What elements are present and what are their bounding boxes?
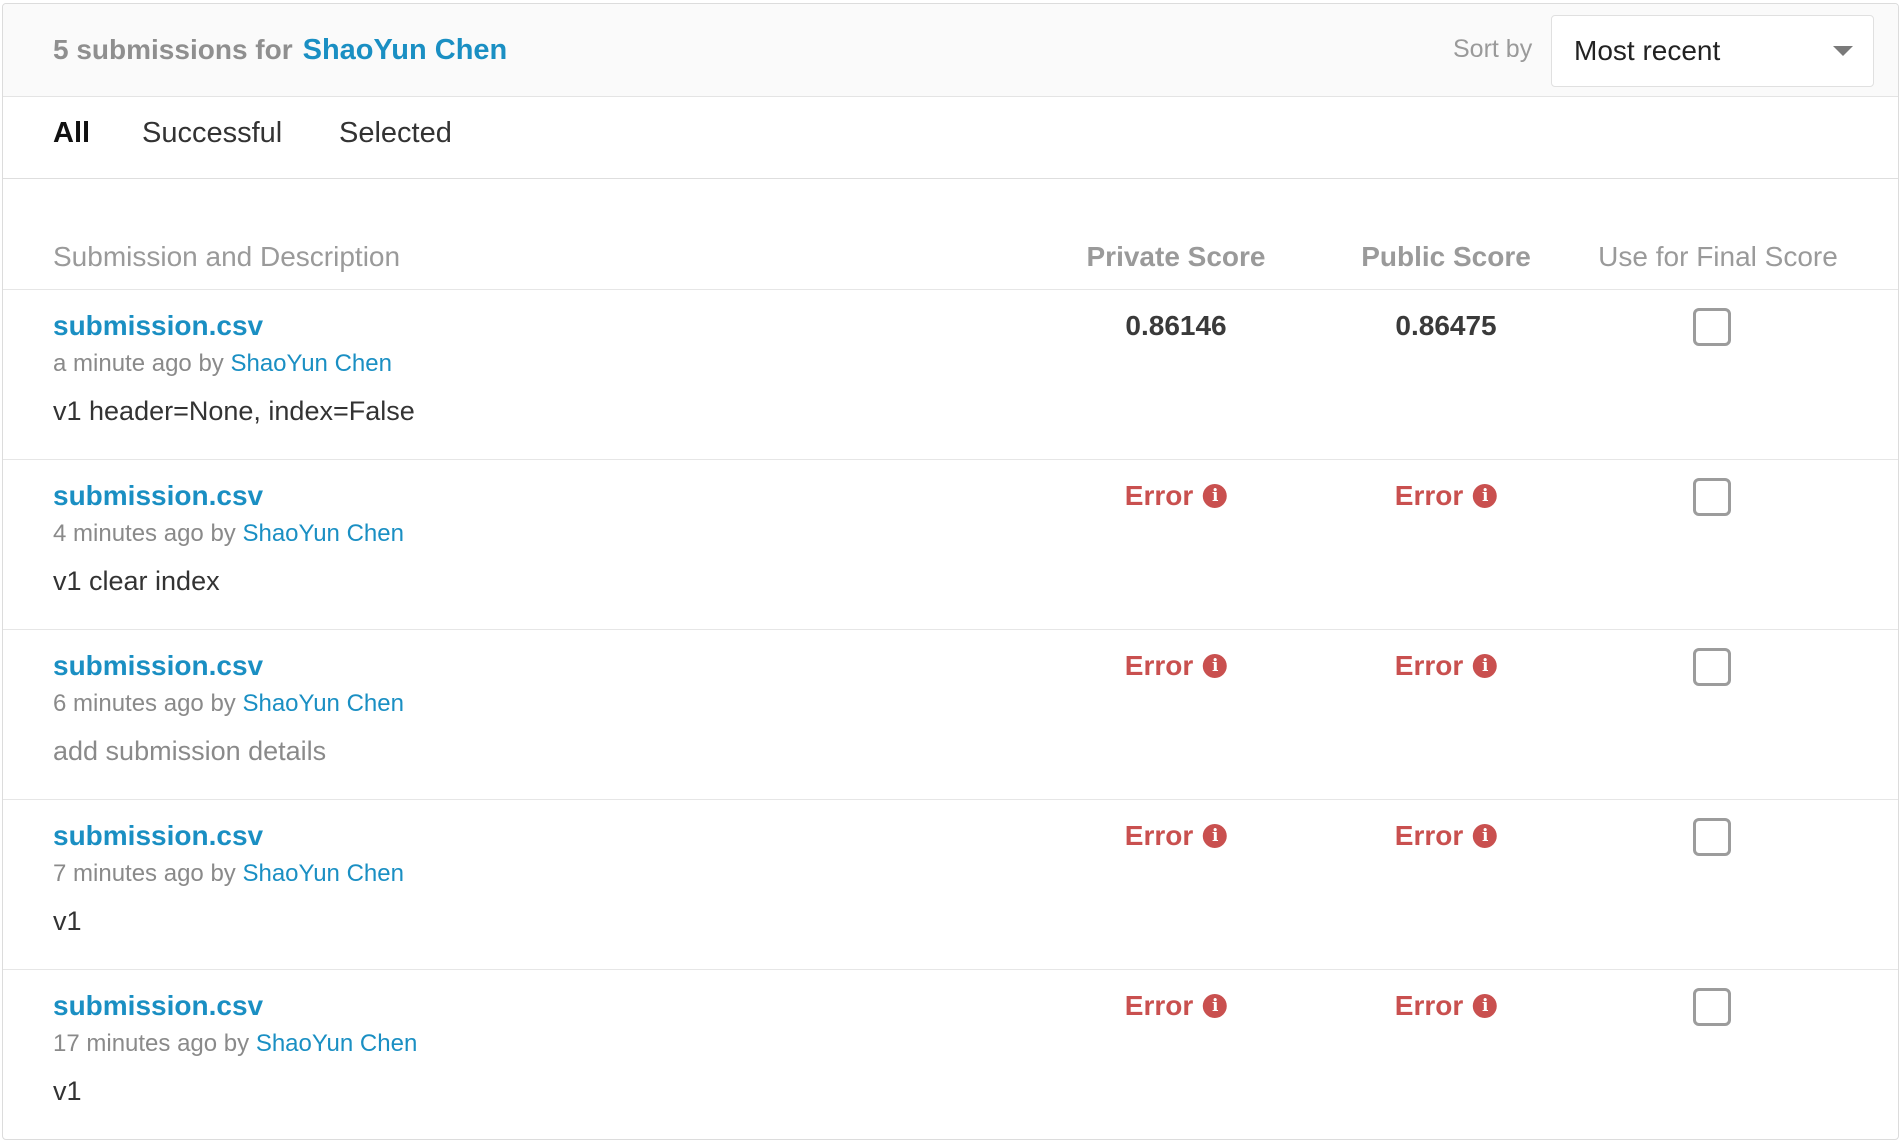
public-score-value: Error [1394, 650, 1464, 681]
public-score-value: Error [1394, 480, 1464, 511]
submission-time: 4 minutes ago [53, 520, 204, 547]
user-link[interactable]: ShaoYun Chen [303, 34, 508, 67]
submission-row: submission.csv 7 minutes ago by ShaoYun … [3, 799, 1898, 969]
private-score: Error i [1124, 480, 1228, 512]
final-score-checkbox[interactable] [1693, 988, 1731, 1026]
submission-description: v1 [53, 906, 82, 936]
private-score-value: 0.86146 [1125, 310, 1227, 341]
info-icon[interactable]: i [1203, 654, 1228, 678]
final-score-checkbox[interactable] [1693, 308, 1731, 346]
public-score-value: Error [1394, 990, 1464, 1021]
public-score-value: 0.86475 [1395, 310, 1497, 341]
sort-dropdown[interactable]: Most recent [1551, 15, 1874, 87]
chevron-down-icon [1833, 46, 1853, 56]
public-score: Error i [1394, 820, 1498, 852]
public-score-value: Error [1394, 820, 1464, 851]
private-score: Error i [1124, 820, 1228, 852]
private-score: Error i [1124, 990, 1228, 1022]
info-icon[interactable]: i [1473, 824, 1498, 848]
final-score-checkbox[interactable] [1693, 818, 1731, 856]
submission-by: by [210, 690, 236, 717]
column-header-public-score: Public Score [1361, 241, 1531, 272]
submission-row: submission.csv 17 minutes ago by ShaoYun… [3, 969, 1898, 1139]
submission-row: submission.csv 6 minutes ago by ShaoYun … [3, 629, 1898, 799]
tab-selected[interactable]: Selected [339, 117, 452, 150]
submission-meta: 6 minutes ago by ShaoYun Chen [53, 690, 404, 718]
submission-meta: 17 minutes ago by ShaoYun Chen [53, 1030, 417, 1058]
tab-successful[interactable]: Successful [142, 117, 282, 150]
submission-author-link[interactable]: ShaoYun Chen [230, 350, 391, 377]
submission-time: 7 minutes ago [53, 860, 204, 887]
submission-by: by [223, 1030, 250, 1057]
private-score-value: Error [1124, 480, 1194, 511]
submissions-header: 5 submissions for ShaoYun Chen Sort by M… [3, 4, 1898, 97]
submission-description: v1 [53, 1076, 82, 1106]
submission-count: 5 submissions for [53, 34, 293, 65]
info-icon[interactable]: i [1203, 484, 1228, 508]
public-score: Error i [1394, 650, 1498, 682]
public-score: Error i [1394, 990, 1498, 1022]
submission-row: submission.csv a minute ago by ShaoYun C… [3, 289, 1898, 459]
info-icon[interactable]: i [1473, 484, 1498, 508]
column-header-final-score: Use for Final Score [1598, 241, 1838, 272]
submission-meta: 7 minutes ago by ShaoYun Chen [53, 860, 404, 888]
final-score-checkbox[interactable] [1693, 478, 1731, 516]
private-score-value: Error [1124, 820, 1194, 851]
sort-label: Sort by [1453, 35, 1533, 63]
private-score: 0.86146 [1125, 310, 1226, 342]
add-description-link[interactable]: add submission details [53, 736, 326, 767]
submission-author-link[interactable]: ShaoYun Chen [242, 860, 403, 887]
info-icon[interactable]: i [1203, 994, 1228, 1018]
private-score: Error i [1124, 650, 1228, 682]
tab-all[interactable]: All [53, 117, 90, 150]
submission-by: by [198, 350, 224, 377]
column-header-private-score: Private Score [1086, 241, 1266, 272]
info-icon[interactable]: i [1203, 824, 1228, 848]
submission-file-link[interactable]: submission.csv [53, 820, 263, 852]
submissions-panel: 5 submissions for ShaoYun Chen Sort by M… [2, 3, 1899, 1140]
submission-by: by [210, 860, 236, 887]
info-icon[interactable]: i [1473, 654, 1498, 678]
submission-description: v1 header=None, index=False [53, 396, 415, 426]
column-header-submission: Submission and Description [53, 241, 401, 272]
sort-value: Most recent [1574, 35, 1721, 66]
public-score: 0.86475 [1395, 310, 1496, 342]
submission-author-link[interactable]: ShaoYun Chen [242, 520, 403, 547]
submission-time: 17 minutes ago [53, 1030, 218, 1057]
submission-author-link[interactable]: ShaoYun Chen [242, 690, 403, 717]
submission-time: a minute ago [53, 350, 192, 377]
submission-file-link[interactable]: submission.csv [53, 310, 263, 342]
filter-tabs: All Successful Selected [3, 97, 1898, 179]
submission-file-link[interactable]: submission.csv [53, 480, 263, 512]
private-score-value: Error [1124, 990, 1194, 1021]
submission-author-link[interactable]: ShaoYun Chen [256, 1030, 417, 1057]
submission-meta: a minute ago by ShaoYun Chen [53, 350, 392, 378]
submission-time: 6 minutes ago [53, 690, 204, 717]
submission-meta: 4 minutes ago by ShaoYun Chen [53, 520, 404, 548]
info-icon[interactable]: i [1473, 994, 1498, 1018]
submission-list: submission.csv a minute ago by ShaoYun C… [3, 289, 1898, 1139]
private-score-value: Error [1124, 650, 1194, 681]
submission-by: by [210, 520, 236, 547]
submission-row: submission.csv 4 minutes ago by ShaoYun … [3, 459, 1898, 629]
submission-file-link[interactable]: submission.csv [53, 650, 263, 682]
submission-description: v1 clear index [53, 566, 220, 596]
public-score: Error i [1394, 480, 1498, 512]
submission-file-link[interactable]: submission.csv [53, 990, 263, 1022]
final-score-checkbox[interactable] [1693, 648, 1731, 686]
